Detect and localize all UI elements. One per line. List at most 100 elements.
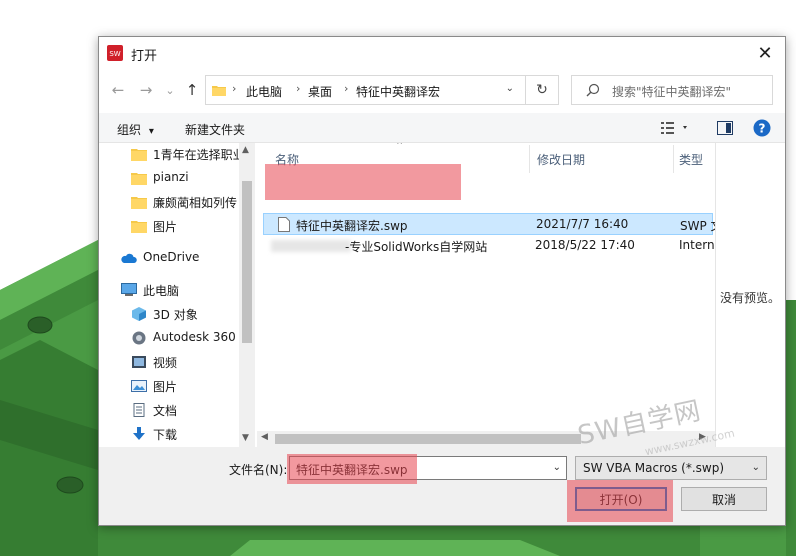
search-icon (586, 83, 600, 97)
file-list-hscrollbar[interactable]: ◀ ▶ (257, 431, 715, 447)
refresh-button[interactable]: ↻ (525, 75, 559, 105)
scroll-down-icon[interactable]: ▼ (242, 433, 249, 443)
svg-text:SW: SW (109, 50, 120, 58)
sidebar-item-pictures[interactable]: 图片 (99, 375, 239, 397)
folder-icon (131, 197, 147, 209)
scroll-up-icon[interactable]: ▲ (242, 145, 249, 155)
svg-text:?: ? (759, 122, 766, 136)
filename-input[interactable]: 特征中英翻译宏.swp ⌄ (289, 456, 567, 480)
breadcrumb-current-folder[interactable]: 特征中英翻译宏 (356, 83, 440, 100)
sidebar-item-label: 文档 (153, 404, 178, 418)
sidebar-item-label: 此电脑 (143, 284, 180, 298)
redacted-region (271, 240, 351, 252)
cancel-button[interactable]: 取消 (681, 487, 767, 511)
file-icon (278, 217, 290, 232)
sidebar-item-onedrive[interactable]: OneDrive (99, 247, 239, 269)
command-toolbar: 组织 ▾ 新建文件夹 ? (99, 113, 785, 143)
folder-icon (131, 149, 147, 161)
open-button-label: 打开(O) (599, 492, 643, 507)
table-row[interactable]: 特征中英翻译宏.swp 2021/7/7 16:40 SWP 文 (263, 213, 715, 235)
cancel-button-label: 取消 (711, 492, 736, 507)
sidebar-scrollbar[interactable]: ▲ ▼ (239, 143, 255, 447)
address-dropdown-icon[interactable]: ⌄ (506, 83, 514, 94)
breadcrumb-this-pc[interactable]: 此电脑 (246, 83, 282, 100)
sidebar-item-videos[interactable]: 视频 (99, 351, 239, 373)
document-icon (133, 403, 145, 417)
preview-pane: 没有预览。 (715, 143, 785, 447)
address-bar[interactable]: › 此电脑 › 桌面 › 特征中英翻译宏 ⌄ (205, 75, 559, 105)
refresh-icon: ↻ (536, 82, 548, 98)
hscroll-thumb[interactable] (275, 434, 581, 444)
column-divider[interactable] (529, 145, 530, 173)
sidebar-item-downloads[interactable]: 下载 (99, 423, 239, 445)
file-type: Intern (679, 238, 715, 252)
chevron-down-icon[interactable]: ⌄ (553, 462, 561, 473)
sidebar-item-3d-objects[interactable]: 3D 对象 (99, 303, 239, 325)
file-name: -专业SolidWorks自学网站 (345, 240, 488, 254)
column-header-type[interactable]: 类型 (679, 151, 703, 171)
breadcrumb-desktop[interactable]: 桌面 (308, 83, 332, 100)
sort-ascending-icon: ⌃ (395, 143, 405, 152)
close-button[interactable]: ✕ (745, 37, 785, 69)
sidebar-item-label: 图片 (153, 380, 178, 394)
help-icon[interactable]: ? (753, 119, 771, 137)
dialog-title: 打开 (131, 49, 158, 64)
navigation-pane: 1青年在选择职业 pianzi 廉颇蔺相如列传 图片 OneDrive 此电脑 … (99, 143, 255, 447)
column-header-date[interactable]: 修改日期 (537, 151, 585, 171)
organize-menu[interactable]: 组织 ▾ (117, 121, 154, 138)
sidebar-item-folder-3[interactable]: 廉颇蔺相如列传 (99, 191, 239, 213)
sidebar-item-label: 3D 对象 (153, 308, 198, 322)
caret-down-icon: ▾ (148, 126, 154, 137)
sidebar-item-label: Autodesk 360 (153, 330, 236, 344)
pictures-icon (131, 380, 147, 392)
column-header-name[interactable]: 名称 (275, 151, 299, 171)
recent-locations-button[interactable]: ⌄ (159, 79, 181, 101)
scroll-left-icon[interactable]: ◀ (261, 432, 268, 442)
folder-icon (212, 86, 226, 96)
column-divider[interactable] (673, 145, 674, 173)
filetype-value: SW VBA Macros (*.swp) (583, 461, 725, 475)
filename-label: 文件名(N): (229, 463, 288, 477)
preview-pane-icon[interactable] (717, 121, 733, 135)
sidebar-item-pianzi[interactable]: pianzi (99, 167, 239, 189)
file-name: 特征中英翻译宏.swp (296, 219, 408, 233)
new-folder-button[interactable]: 新建文件夹 (185, 121, 245, 138)
sidebar-item-documents[interactable]: 文档 (99, 399, 239, 421)
download-icon (133, 427, 145, 440)
no-preview-text: 没有预览。 (720, 291, 781, 305)
sidebar-item-this-pc[interactable]: 此电脑 (99, 279, 239, 301)
cube-icon (132, 307, 146, 321)
breadcrumb-separator: › (232, 82, 237, 95)
cloud-icon (121, 253, 137, 263)
up-button[interactable]: ↑ (181, 79, 203, 101)
organize-label: 组织 (117, 123, 142, 137)
open-button[interactable]: 打开(O) (575, 487, 667, 511)
table-row[interactable]: -专业SolidWorks自学网站 2018/5/22 17:40 Intern (263, 235, 715, 257)
filename-value: 特征中英翻译宏.swp (296, 463, 408, 477)
dialog-footer: 文件名(N): 特征中英翻译宏.swp ⌄ SW VBA Macros (*.s… (99, 447, 785, 525)
sidebar-item-folder-1[interactable]: 1青年在选择职业 (99, 143, 245, 165)
sidebar-item-autodesk-360[interactable]: Autodesk 360 (99, 327, 239, 349)
sidebar-item-label: 廉颇蔺相如列传 (153, 196, 238, 210)
sidebar-item-pictures-folder[interactable]: 图片 (99, 215, 239, 237)
autodesk-icon (132, 331, 146, 345)
search-placeholder: 搜索"特征中英翻译宏" (612, 85, 732, 99)
sidebar-scroll-thumb[interactable] (242, 181, 252, 343)
forward-arrow-icon: → (139, 81, 153, 99)
scroll-right-icon[interactable]: ▶ (699, 432, 706, 442)
navigation-bar: ← → ⌄ ↑ › 此电脑 › 桌面 › 特征中英翻译宏 ⌄ ↻ 搜索"特征中英… (99, 73, 785, 107)
folder-icon (131, 173, 147, 185)
solidworks-app-icon: SW (107, 45, 123, 61)
search-box[interactable]: 搜索"特征中英翻译宏" (571, 75, 773, 105)
sidebar-item-label: 视频 (153, 356, 178, 370)
forward-button[interactable]: → (135, 79, 157, 101)
file-date: 2018/5/22 17:40 (535, 238, 635, 252)
back-button[interactable]: ← (107, 79, 129, 101)
view-options-icon[interactable] (661, 121, 689, 135)
sidebar-item-label: 下载 (153, 428, 178, 442)
back-arrow-icon: ← (111, 81, 125, 99)
filetype-select[interactable]: SW VBA Macros (*.swp) ⌄ (575, 456, 767, 480)
sidebar-item-label: 1青年在选择职业 (153, 148, 245, 162)
chevron-down-icon: ⌄ (751, 462, 760, 473)
video-icon (132, 356, 146, 368)
